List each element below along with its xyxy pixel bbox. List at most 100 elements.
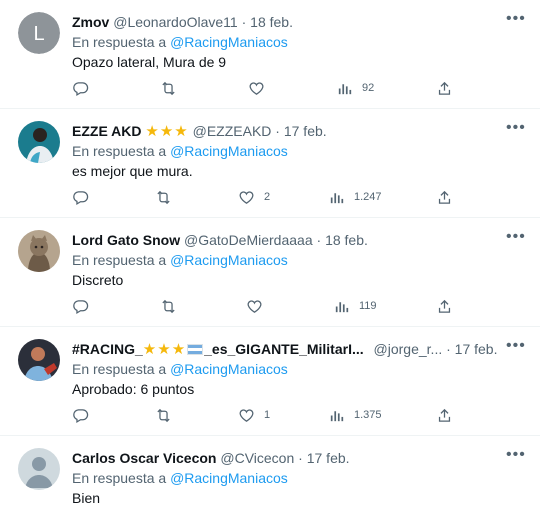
retweet-button[interactable] [155,406,172,424]
separator-dot: · [316,232,322,248]
views-icon [335,301,349,312]
display-name[interactable]: EZZE AKD [72,123,141,139]
user-handle[interactable]: @jorge_r... [374,341,443,357]
display-name[interactable]: Carlos Oscar Vicecon [72,450,216,466]
reply-context: En respuesta a @RacingManiacos [72,250,288,270]
reply-icon [73,190,89,205]
like-button[interactable] [248,79,274,97]
action-bar: 1 1.375 [72,406,462,424]
mention-link[interactable]: @RacingManiacos [170,361,288,377]
tweet[interactable]: Carlos Oscar Vicecon @CVicecon · 17 feb.… [0,436,540,513]
tweet[interactable]: L Zmov @LeonardoOlave11 · 18 feb. ••• En… [0,0,540,109]
tweet-text: es mejor que mura. [72,163,193,179]
reply-icon [73,408,89,423]
like-button[interactable]: 1 [238,406,270,424]
reply-button[interactable] [72,79,89,97]
action-bar: 92 [72,79,462,97]
tweet[interactable]: #RACING_★★★ _es_GIGANTE_MilitarI... @jorg… [0,327,540,436]
retweet-button[interactable] [155,188,172,206]
tweet-text: Bien [72,490,101,506]
display-name[interactable]: Zmov [72,14,109,30]
avatar[interactable] [18,448,60,490]
reply-context: En respuesta a @RacingManiacos [72,468,288,488]
retweet-icon [162,299,175,313]
heart-icon [247,299,262,313]
user-handle[interactable]: @GatoDeMierdaaaa [184,232,313,248]
reply-context: En respuesta a @RacingManiacos [72,141,288,161]
share-icon [438,408,451,422]
views-button[interactable]: 1.375 [328,406,382,424]
tweet-date[interactable]: 18 feb. [250,14,293,30]
like-button[interactable]: 2 [238,188,270,206]
views-button[interactable]: 1.247 [328,188,382,206]
reply-prefix: En respuesta a [72,34,167,50]
share-button[interactable] [436,406,453,424]
reply-button[interactable] [72,297,89,315]
share-button[interactable] [436,79,453,97]
display-name-part-2[interactable]: _es_GIGANTE_MilitarI... [204,341,364,357]
share-button[interactable] [436,297,453,315]
tweet-header: EZZE AKD ★★★ @EZZEAKD · 17 feb. [72,121,500,141]
more-options-icon[interactable]: ••• [506,120,525,137]
reply-prefix: En respuesta a [72,252,167,268]
reply-prefix: En respuesta a [72,143,167,159]
separator-dot: · [446,341,451,357]
retweet-button[interactable] [160,79,177,97]
retweet-icon [157,190,170,204]
tweet[interactable]: Lord Gato Snow @GatoDeMierdaaaa · 18 feb… [0,218,540,327]
views-icon [330,192,344,203]
user-handle[interactable]: @EZZEAKD [193,123,272,139]
avatar[interactable] [18,121,60,163]
tweet[interactable]: EZZE AKD ★★★ @EZZEAKD · 17 feb. ••• En r… [0,109,540,218]
share-icon [438,81,451,95]
reply-button[interactable] [72,188,89,206]
reply-icon [73,299,89,314]
heart-icon [239,408,254,422]
tweet-header: Lord Gato Snow @GatoDeMierdaaaa · 18 feb… [72,230,500,250]
like-count: 2 [264,191,271,203]
stars-emoji: ★★★ [145,123,189,140]
tweet-date[interactable]: 17 feb. [455,341,498,357]
more-options-icon[interactable]: ••• [506,11,525,28]
avatar-letter: L [33,23,44,45]
tweet-date[interactable]: 17 feb. [307,450,350,466]
display-name[interactable]: Lord Gato Snow [72,232,180,248]
avatar[interactable]: L [18,12,60,54]
retweet-button[interactable] [160,297,177,315]
mention-link[interactable]: @RacingManiacos [170,470,288,486]
tweet-header: Carlos Oscar Vicecon @CVicecon · 17 feb. [72,448,500,468]
view-count: 92 [362,82,375,94]
avatar[interactable] [18,230,60,272]
argentina-flag-icon [187,344,204,355]
mention-link[interactable]: @RacingManiacos [170,34,288,50]
more-options-icon[interactable]: ••• [506,229,525,246]
views-icon [330,410,344,421]
views-button[interactable]: 92 [336,79,374,97]
separator-dot: · [275,123,280,139]
avatar[interactable] [18,339,60,381]
more-options-icon[interactable]: ••• [506,447,525,464]
views-icon [338,83,352,94]
display-name-part-1[interactable]: #RACING_ [72,341,143,357]
more-options-icon[interactable]: ••• [506,338,525,355]
retweet-icon [162,81,175,95]
mention-link[interactable]: @RacingManiacos [170,252,288,268]
views-button[interactable]: 119 [333,297,377,315]
heart-icon [239,190,254,204]
view-count: 119 [359,300,377,312]
user-handle[interactable]: @CVicecon [220,450,294,466]
like-button[interactable] [246,297,263,315]
tweet-date[interactable]: 18 feb. [325,232,368,248]
reply-context: En respuesta a @RacingManiacos [72,32,288,52]
share-icon [438,190,451,204]
view-count: 1.247 [354,191,382,203]
reply-button[interactable] [72,406,89,424]
tweet-date[interactable]: 17 feb. [284,123,327,139]
view-count: 1.375 [354,409,382,421]
mention-link[interactable]: @RacingManiacos [170,143,288,159]
share-button[interactable] [436,188,453,206]
tweet-text: Aprobado: 6 puntos [72,381,195,397]
user-handle[interactable]: @LeonardoOlave11 [113,14,237,30]
tweet-text: Opazo lateral, Mura de 9 [72,54,227,70]
separator-dot: · [298,450,303,466]
